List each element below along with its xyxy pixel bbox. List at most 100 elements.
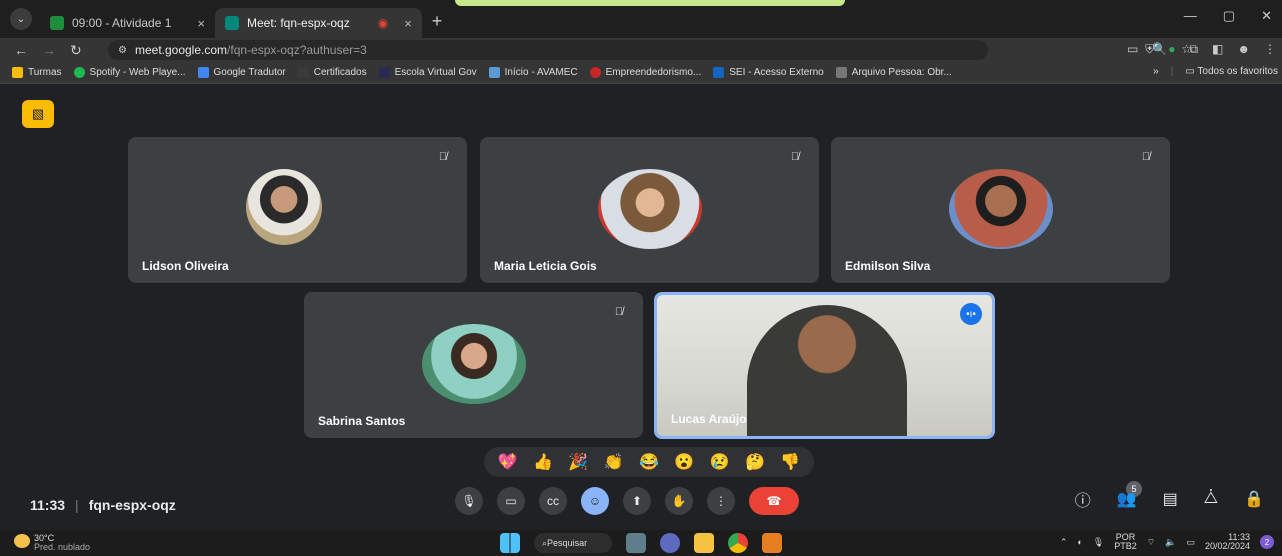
task-view-icon[interactable] — [626, 533, 646, 553]
bookmark-tradutor[interactable]: Google Tradutor — [197, 67, 286, 78]
clock[interactable]: 11:33 20/02/2024 — [1205, 533, 1250, 551]
green-extension-icon[interactable]: ● — [1168, 42, 1175, 57]
participant-name: Sabrina Santos — [318, 414, 406, 428]
participant-tile-edmilson[interactable]: 🎙̸ Edmilson Silva — [831, 137, 1170, 283]
clock-date: 20/02/2024 — [1204, 541, 1250, 551]
tab-search-icon[interactable]: ⌄ — [10, 8, 32, 30]
extensions: ⛨ ● ⧉ ◧ ☻ ⋮ — [1145, 42, 1276, 57]
translate-icon — [197, 67, 209, 78]
reaction-thumbs-up[interactable]: 👍 — [533, 452, 553, 472]
wifi-icon[interactable]: ⌔ — [1147, 537, 1155, 548]
reactions-button[interactable]: ☺ — [581, 487, 609, 515]
side-panel-icon[interactable]: ◧ — [1212, 42, 1223, 57]
bookmark-certificados[interactable]: Certificados — [297, 67, 367, 78]
menu-kebab-icon[interactable]: ⋮ — [1264, 42, 1276, 57]
reaction-sad[interactable]: 😢 — [710, 452, 730, 472]
tab-close-icon[interactable]: × — [197, 16, 205, 31]
folder-icon — [297, 67, 309, 78]
tray-apps-icon[interactable]: ◐ — [1077, 537, 1082, 547]
reload-icon[interactable]: ↻ — [70, 42, 82, 59]
chrome-icon[interactable] — [728, 533, 748, 553]
captions-button[interactable]: cc — [539, 487, 567, 515]
recording-dot-icon: ◉ — [377, 16, 389, 30]
camera-icon[interactable]: ▭ — [1127, 42, 1138, 56]
divider: | — [1170, 66, 1174, 77]
search-label: Pesquisar — [547, 538, 588, 548]
profile-avatar-icon[interactable]: ☻ — [1237, 42, 1250, 57]
bookmark-arquivo-pessoa[interactable]: Arquivo Pessoa: Obr... — [835, 67, 952, 78]
side-controls: ⓘ 👥 ▤ ⧊ 🔒 — [1075, 487, 1264, 511]
leave-call-button[interactable]: ☎ — [749, 487, 799, 515]
volume-icon[interactable]: 🔈 — [1165, 537, 1176, 548]
present-screen-button[interactable]: ⬆ — [623, 487, 651, 515]
back-icon[interactable]: ← — [14, 42, 28, 58]
battery-icon[interactable]: ▭ — [1186, 537, 1195, 548]
reaction-thinking[interactable]: 🤔 — [745, 452, 765, 472]
tab-meet[interactable]: Meet: fqn-espx-oqz ◉ × — [215, 8, 422, 38]
weather-widget[interactable]: 30°C Pred. nublado — [14, 534, 90, 552]
participant-tile-maria[interactable]: 🎙̸ Maria Leticia Gois — [480, 137, 819, 283]
bookmark-empreendedorismo[interactable]: Empreendedorismo... — [589, 67, 701, 78]
bookmark-turmas[interactable]: Turmas — [12, 67, 62, 78]
close-window-button[interactable]: ✕ — [1261, 8, 1272, 24]
language-indicator[interactable]: POR PTB2 — [1114, 533, 1137, 551]
tray-chevron-icon[interactable]: ⌃ — [1060, 537, 1068, 548]
taskbar-search[interactable]: ⌕ Pesquisar — [534, 533, 612, 553]
participant-name: Lidson Oliveira — [142, 259, 229, 273]
sei-icon — [713, 67, 725, 78]
forward-icon[interactable]: → — [42, 42, 56, 58]
no-camera-badge-icon[interactable]: ▧ — [22, 100, 54, 128]
reaction-laugh[interactable]: 😂 — [639, 452, 659, 472]
participant-tile-lidson[interactable]: 🎙̸ Lidson Oliveira — [128, 137, 467, 283]
participant-tile-lucas[interactable]: •ı• Lucas Araújo — [654, 292, 995, 439]
bookmark-spotify[interactable]: Spotify - Web Playe... — [73, 67, 186, 78]
reaction-heart[interactable]: 💖 — [498, 452, 518, 472]
participant-tile-sabrina[interactable]: 🎙̸ Sabrina Santos — [304, 292, 643, 438]
activities-icon[interactable]: ⧊ — [1204, 490, 1218, 508]
camera-button[interactable]: ▭ — [497, 487, 525, 515]
reaction-thumbs-down[interactable]: 👎 — [780, 452, 800, 472]
mic-off-icon: 🎙̸ — [790, 151, 800, 163]
mec-icon — [488, 67, 500, 78]
chat-icon[interactable]: ▤ — [1163, 489, 1178, 509]
bookmark-label: Certificados — [313, 67, 367, 78]
minimize-button[interactable]: — — [1184, 8, 1197, 24]
people-icon[interactable]: 👥 — [1117, 489, 1137, 509]
site-info-icon[interactable]: ⚙ — [118, 45, 127, 56]
more-options-button[interactable]: ⋮ — [707, 487, 735, 515]
spotify-icon — [73, 67, 85, 78]
meet-app-icon[interactable] — [660, 533, 680, 553]
classroom-icon — [12, 67, 23, 78]
bookmark-escola-virtual[interactable]: Escola Virtual Gov — [378, 67, 477, 78]
windows-start-icon[interactable] — [500, 533, 520, 553]
avatar — [598, 169, 702, 249]
host-controls-icon[interactable]: 🔒 — [1244, 489, 1264, 509]
taskbar-apps: ⌕ Pesquisar — [500, 533, 782, 553]
meeting-info-icon[interactable]: ⓘ — [1075, 487, 1091, 511]
bookmark-label: Arquivo Pessoa: Obr... — [851, 67, 952, 78]
tab-close-icon[interactable]: × — [404, 16, 412, 31]
all-bookmarks-button[interactable]: ▭ Todos os favoritos — [1185, 66, 1278, 77]
meet-stage: ▧ 🎙̸ Lidson Oliveira 🎙̸ Maria Leticia Go… — [0, 84, 1282, 530]
notification-badge[interactable]: 2 — [1260, 535, 1274, 549]
url-host: meet.google.com — [134, 43, 228, 57]
microphone-tray-icon[interactable]: 🎙 — [1093, 537, 1104, 548]
microphone-button[interactable]: 🎙 — [455, 487, 483, 515]
restore-button[interactable]: ▢ — [1223, 8, 1235, 24]
bookmark-sei[interactable]: SEI - Acesso Externo — [713, 67, 824, 78]
raise-hand-button[interactable]: ✋ — [665, 487, 693, 515]
shield-extension-icon[interactable]: ⛨ — [1145, 42, 1154, 57]
new-tab-button[interactable]: + — [432, 11, 443, 32]
url-field[interactable]: ⚙ meet.google.com /fqn-espx-oqz?authuser… — [108, 40, 988, 60]
reaction-surprised[interactable]: 😮 — [674, 452, 694, 472]
speaking-indicator-icon: •ı• — [960, 303, 982, 325]
bookmark-avamec[interactable]: Início - AVAMEC — [488, 67, 578, 78]
meeting-details: 11:33 | fqn-espx-oqz — [30, 497, 176, 513]
reaction-party[interactable]: 🎉 — [568, 452, 588, 472]
bookmarks-overflow-button[interactable]: » — [1153, 66, 1159, 77]
extensions-puzzle-icon[interactable]: ⧉ — [1189, 42, 1198, 57]
reaction-clap[interactable]: 👏 — [604, 452, 624, 472]
file-explorer-icon[interactable] — [694, 533, 714, 553]
tab-atividade[interactable]: 09:00 - Atividade 1 × — [40, 8, 215, 38]
office-app-icon[interactable] — [762, 533, 782, 553]
